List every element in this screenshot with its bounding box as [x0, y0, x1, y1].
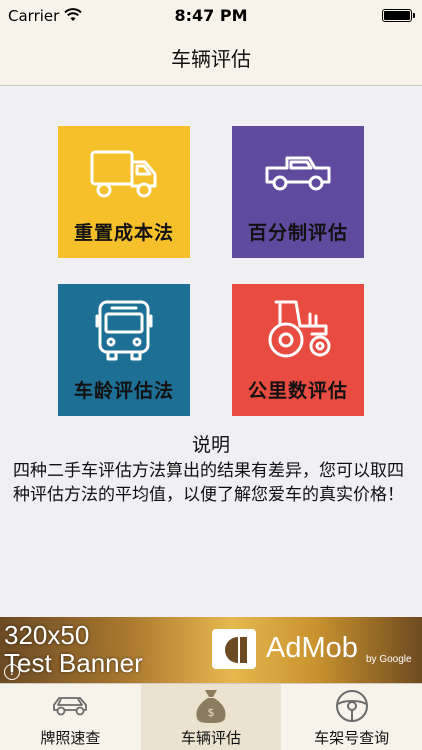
tractor-icon — [268, 300, 331, 358]
banner-text: 320x50 Test Banner — [4, 621, 143, 677]
banner-line-1: 320x50 — [4, 620, 90, 650]
tile-label: 百分制评估 — [247, 222, 348, 244]
ad-banner[interactable]: 320x50 Test Banner AdMob by Google i — [0, 617, 422, 683]
tab-vin-lookup[interactable]: 车架号查询 — [281, 684, 422, 750]
tile-percentage-score[interactable]: 百分制评估 — [232, 126, 364, 258]
status-time: 8:47 PM — [174, 6, 248, 25]
tile-label: 车龄评估法 — [73, 380, 174, 402]
admob-brand: AdMob — [266, 632, 358, 664]
pickup-truck-icon — [265, 156, 331, 191]
tile-mileage[interactable]: 公里数评估 — [232, 284, 364, 416]
tile-label: 公里数评估 — [247, 380, 348, 402]
bus-icon — [95, 300, 153, 361]
money-bag-icon: $ — [196, 690, 226, 723]
tab-label: 车架号查询 — [314, 729, 390, 747]
tile-vehicle-age[interactable]: 车龄评估法 — [58, 284, 190, 416]
tab-label: 牌照速查 — [40, 729, 101, 747]
page-title: 车辆评估 — [171, 47, 251, 71]
tile-replacement-cost[interactable]: 重置成本法 — [58, 126, 190, 258]
car-icon — [53, 697, 88, 716]
nav-bar: 车辆评估 — [0, 32, 422, 86]
info-description: 四种二手车评估方法算出的结果有差异，您可以取四种评估方法的平均值，以便了解您爱车… — [13, 461, 404, 505]
battery-icon — [382, 9, 415, 22]
admob-brand-sub: by Google — [366, 654, 412, 665]
tab-bar: 牌照速查 $ 车辆评估 车架号查询 — [0, 683, 422, 750]
tab-vehicle-valuation[interactable]: $ 车辆评估 — [140, 684, 282, 750]
admob-logo-icon — [212, 629, 256, 669]
tab-plate-lookup[interactable]: 牌照速查 — [0, 684, 141, 750]
tile-label: 重置成本法 — [73, 222, 174, 244]
steering-wheel-icon — [335, 690, 368, 722]
svg-text:$: $ — [208, 706, 215, 719]
banner-line-2: Test Banner — [4, 648, 143, 678]
tab-label: 车辆评估 — [181, 729, 242, 747]
truck-icon — [90, 150, 157, 198]
info-title: 说明 — [191, 434, 230, 456]
ad-info-icon[interactable]: i — [4, 664, 20, 680]
